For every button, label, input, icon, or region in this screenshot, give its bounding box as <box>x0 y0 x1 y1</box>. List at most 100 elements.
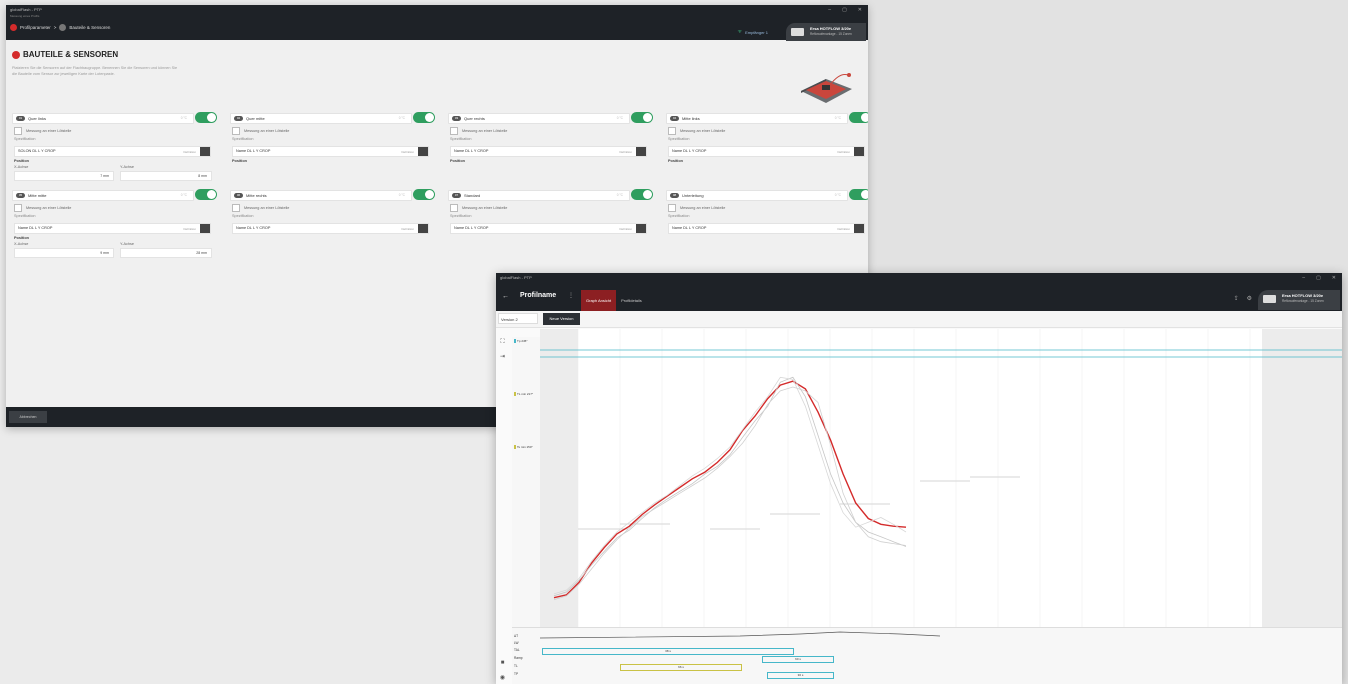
scale-box-tp: Tp 245° <box>514 339 528 343</box>
sensor-toggle[interactable] <box>195 189 217 200</box>
spec-link[interactable]: Definition <box>183 150 196 154</box>
spec-select[interactable]: SOLON DL L Y CROP Definition <box>14 146 211 157</box>
fullscreen-icon[interactable]: ⛶ <box>498 338 507 347</box>
spec-dropdown-icon[interactable] <box>854 147 864 156</box>
solder-joint-checkbox[interactable]: Messung an einer Lötstelle <box>668 127 725 135</box>
sensor-name-field[interactable]: 06 Mitte rechts 0 °C <box>230 190 412 201</box>
sensor-toggle[interactable] <box>631 112 653 123</box>
back-arrow-icon[interactable]: ← <box>502 293 509 300</box>
label-tp: TP <box>514 672 519 676</box>
y-axis-label: Y-Achse <box>120 242 135 246</box>
sensor-name-field[interactable]: 01 Quer links 0 °C <box>12 113 194 124</box>
sensor-toggle[interactable] <box>413 189 435 200</box>
sensor-name-field[interactable]: 03 Quer rechts 0 °C <box>448 113 630 124</box>
camera-icon[interactable]: ■ <box>498 659 507 668</box>
x-value: 9 mm <box>100 251 109 255</box>
sensor-name-field[interactable]: 05 Mitte mitte 0 °C <box>12 190 194 201</box>
sensor-toggle[interactable] <box>413 112 435 123</box>
sensor-name-field[interactable]: 07 Standard 0 °C <box>448 190 630 201</box>
upload-icon[interactable]: ⇪ <box>1234 295 1239 302</box>
y-axis-input[interactable]: 8 mm <box>120 171 212 181</box>
spec-select[interactable]: Name DL L Y CROP Definition <box>450 146 647 157</box>
sensor-number-badge: 01 <box>16 116 25 121</box>
toolbar-icons: ⇪ ⚙ <box>1234 295 1252 302</box>
sensor-card: 07 Standard 0 °C Messung an einer Lötstelle… <box>448 189 653 259</box>
tab-bar: Graph Ansicht Profildetails <box>581 290 647 311</box>
spec-dropdown-icon[interactable] <box>200 147 210 156</box>
spec-dropdown-icon[interactable] <box>200 224 210 233</box>
spec-dropdown-icon[interactable] <box>418 147 428 156</box>
sensor-name-field[interactable]: 04 Mitte links 0 °C <box>666 113 848 124</box>
solder-joint-checkbox[interactable]: Messung an einer Lötstelle <box>668 204 725 212</box>
device-info[interactable]: Ersa HOTFLOW 3/20e Reflowofenanlage - 15… <box>1258 290 1340 310</box>
spec-dropdown-icon[interactable] <box>418 224 428 233</box>
close-button[interactable]: ✕ <box>858 7 862 13</box>
spec-link[interactable]: Definition <box>837 227 850 231</box>
spec-link[interactable]: Definition <box>619 150 632 154</box>
spec-select[interactable]: Name DL L Y CROP Definition <box>668 146 865 157</box>
tab-graph[interactable]: Graph Ansicht <box>581 290 617 311</box>
temperature-chart[interactable] <box>540 329 1342 627</box>
spec-dropdown-icon[interactable] <box>636 224 646 233</box>
solder-joint-checkbox[interactable]: Messung an einer Lötstelle <box>232 127 289 135</box>
new-version-button[interactable]: Neue Version <box>543 313 580 325</box>
device-info[interactable]: Ersa HOTFLOW 3/20e Reflowofenanlage - 15… <box>786 23 866 41</box>
solder-joint-checkbox[interactable]: Messung an einer Lötstelle <box>14 204 71 212</box>
spec-link[interactable]: Definition <box>619 227 632 231</box>
solder-joint-checkbox[interactable]: Messung an einer Lötstelle <box>14 127 71 135</box>
maximize-button[interactable]: ▢ <box>1316 275 1321 281</box>
sensor-toggle[interactable] <box>631 189 653 200</box>
scale-box-ts: Ts min 150° <box>514 445 533 449</box>
spec-value: Name DL L Y CROP <box>672 149 707 153</box>
sensor-header: 01 Quer links 0 °C <box>12 112 217 124</box>
sensor-toggle[interactable] <box>849 189 868 200</box>
spec-select[interactable]: Name DL L Y CROP Definition <box>232 223 429 234</box>
y-axis-input[interactable]: 28 mm <box>120 248 212 258</box>
maximize-button[interactable]: ▢ <box>842 7 847 13</box>
sensor-card: 05 Mitte mitte 0 °C Messung an einer Lötste… <box>12 189 217 259</box>
solder-joint-checkbox[interactable]: Messung an einer Lötstelle <box>450 127 507 135</box>
eye-icon[interactable]: ◉ <box>498 674 507 683</box>
wifi-icon: ᯤ <box>737 29 743 35</box>
spec-select[interactable]: Name DL L Y CROP Definition <box>232 146 429 157</box>
spec-dropdown-icon[interactable] <box>636 147 646 156</box>
breadcrumb-step-2[interactable]: Bauteile & Sensoren <box>69 25 110 30</box>
more-menu-icon[interactable]: ⋮ <box>568 292 574 299</box>
solder-joint-checkbox[interactable]: Messung an einer Lötstelle <box>232 204 289 212</box>
spec-select[interactable]: Name DL L Y CROP Definition <box>668 223 865 234</box>
cancel-button[interactable]: Abbrechen <box>9 411 47 423</box>
sensor-toggle[interactable] <box>195 112 217 123</box>
breadcrumb-step-1[interactable]: Profilparameter <box>20 25 51 30</box>
title-bar: globalFlash - PTP – ▢ ✕ ← Profilname ⋮ G… <box>496 273 1342 311</box>
receiver-status[interactable]: ᯤ Empfänger 1 <box>738 29 768 35</box>
arrows-icon[interactable]: ⇥ <box>498 353 507 362</box>
sensor-header: 03 Quer rechts 0 °C <box>448 112 653 124</box>
sensor-number-badge: 08 <box>670 193 679 198</box>
minimize-button[interactable]: – <box>828 7 831 13</box>
sensor-toggle[interactable] <box>849 112 868 123</box>
step-icon <box>59 24 67 31</box>
sensor-header: 02 Quer mitte 0 °C <box>230 112 435 124</box>
spec-link[interactable]: Definition <box>837 150 850 154</box>
spec-select[interactable]: Name DL L Y CROP Definition <box>450 223 647 234</box>
sensor-name-field[interactable]: 02 Quer mitte 0 °C <box>230 113 412 124</box>
tab-profile-details[interactable]: Profildetails <box>616 290 647 311</box>
spec-link[interactable]: Definition <box>401 227 414 231</box>
checkbox-label: Messung an einer Lötstelle <box>680 129 726 133</box>
x-axis-input[interactable]: 7 mm <box>14 171 114 181</box>
x-axis-input[interactable]: 9 mm <box>14 248 114 258</box>
gear-icon[interactable]: ⚙ <box>1247 295 1252 302</box>
solder-joint-checkbox[interactable]: Messung an einer Lötstelle <box>450 204 507 212</box>
spec-dropdown-icon[interactable] <box>854 224 864 233</box>
y-axis-label: Y-Achse <box>120 165 135 169</box>
spec-select[interactable]: Name DL L Y CROP Definition <box>14 223 211 234</box>
version-select[interactable]: Version 2 <box>498 313 538 324</box>
minimize-button[interactable]: – <box>1302 275 1305 281</box>
y-value: 8 mm <box>198 174 207 178</box>
spec-link[interactable]: Definition <box>401 150 414 154</box>
close-button[interactable]: ✕ <box>1332 275 1336 281</box>
spec-link[interactable]: Definition <box>183 227 196 231</box>
spec-label: Spezifikation <box>450 137 472 141</box>
checkbox-icon <box>14 127 22 135</box>
sensor-name-field[interactable]: 08 Unterleitung 0 °C <box>666 190 848 201</box>
